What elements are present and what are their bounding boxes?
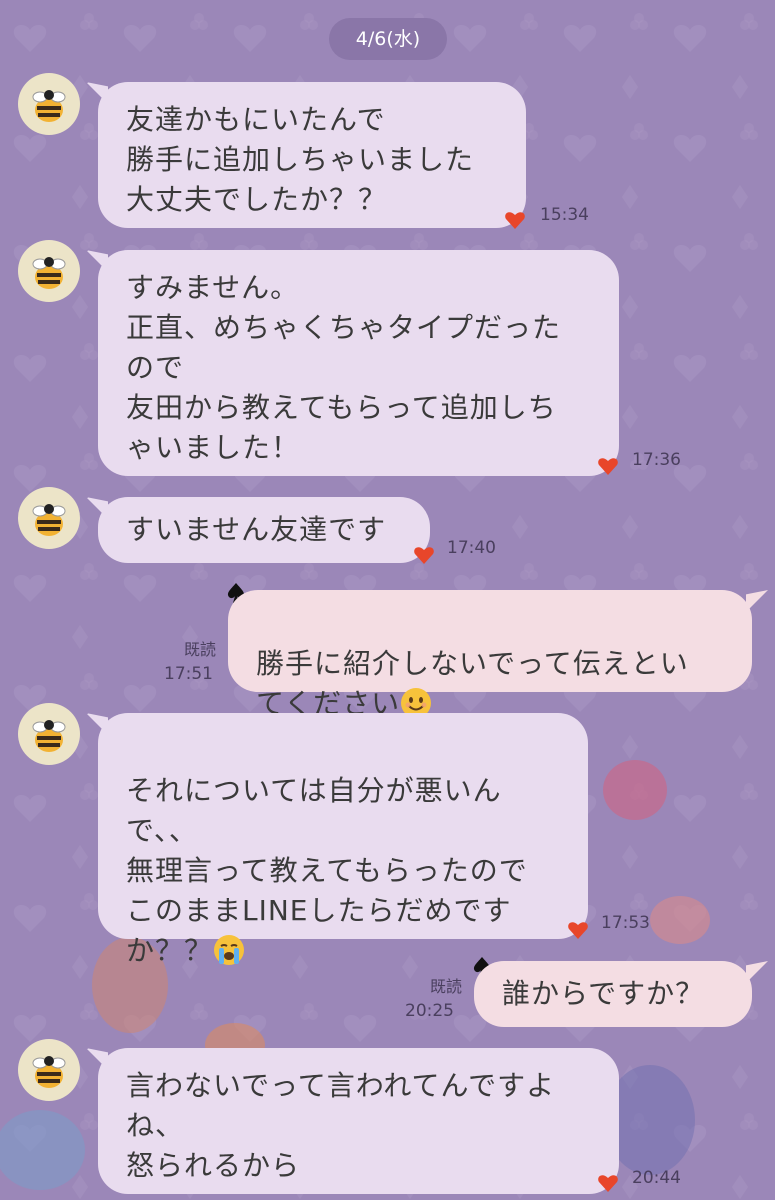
avatar[interactable] <box>18 240 80 302</box>
bee-icon <box>32 720 66 752</box>
crying-face-emoji <box>214 935 245 965</box>
bee-icon <box>32 90 66 122</box>
read-receipt: 既読 <box>429 977 462 996</box>
heart-icon[interactable] <box>597 1172 619 1194</box>
timestamp: 17:36 <box>632 450 681 470</box>
bee-icon <box>32 504 66 536</box>
message-bubble[interactable]: 誰からですか？ <box>474 961 752 1027</box>
bee-icon <box>32 1056 66 1088</box>
timestamp: 20:44 <box>632 1168 681 1188</box>
avatar[interactable] <box>18 1039 80 1101</box>
message-bubble[interactable]: 言わないでって言われてんですよ ね、 怒られるから <box>98 1048 619 1194</box>
timestamp: 20:25 <box>405 1001 454 1021</box>
timestamp: 15:34 <box>540 205 589 225</box>
avatar[interactable] <box>18 73 80 135</box>
timestamp: 17:51 <box>164 664 213 684</box>
timestamp: 17:40 <box>447 538 496 558</box>
message-bubble[interactable]: 勝手に紹介しないでって伝えとい てください <box>228 590 752 720</box>
heart-icon[interactable] <box>413 544 435 566</box>
message-text: 勝手に紹介しないでって伝えとい てください <box>256 647 689 720</box>
heart-icon[interactable] <box>567 919 589 941</box>
avatar[interactable] <box>18 487 80 549</box>
heart-icon[interactable] <box>504 209 526 231</box>
avatar[interactable] <box>18 703 80 765</box>
date-chip: 4/6(水) <box>329 18 447 60</box>
message-bubble[interactable]: 友達かもにいたんで 勝手に追加しちゃいました 大丈夫でしたか？？ <box>98 82 526 228</box>
read-receipt: 既読 <box>183 640 216 659</box>
heart-icon[interactable] <box>597 455 619 477</box>
message-text: それについては自分が悪いん で、、 無理言って教えてもらったので このままLIN… <box>126 774 528 967</box>
message-bubble[interactable]: それについては自分が悪いん で、、 無理言って教えてもらったので このままLIN… <box>98 713 588 967</box>
bee-icon <box>32 257 66 289</box>
message-bubble[interactable]: すみません。 正直、めちゃくちゃタイプだった ので 友田から教えてもらって追加し… <box>98 250 619 476</box>
message-bubble[interactable]: すいません友達です <box>98 497 430 563</box>
timestamp: 17:53 <box>601 913 650 933</box>
